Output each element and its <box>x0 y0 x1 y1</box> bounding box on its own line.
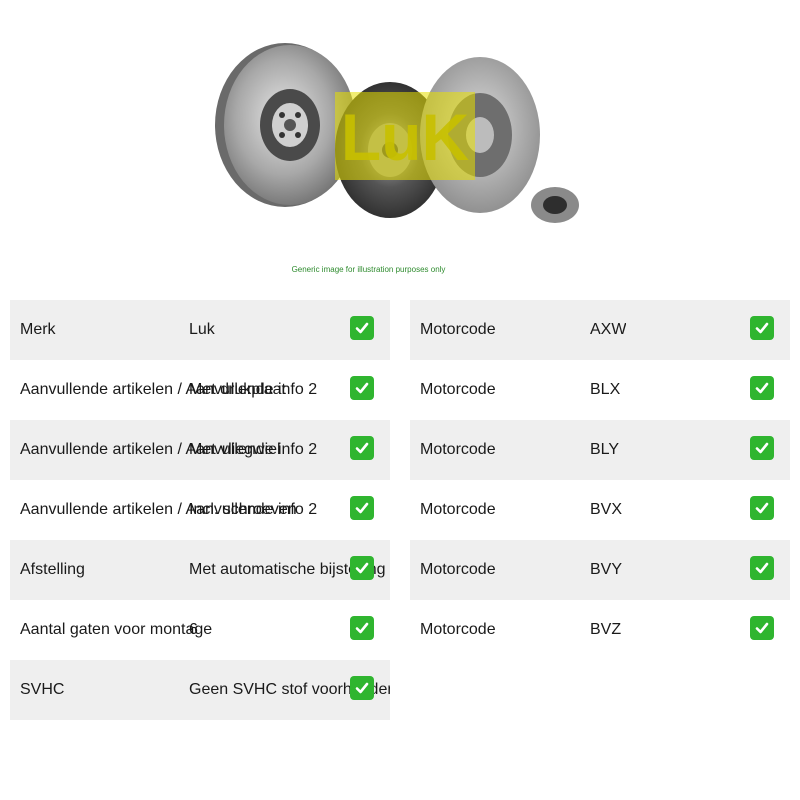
spec-value: BLY <box>590 441 620 458</box>
spec-row: Aanvullende artikelen / Aanvullende info… <box>10 360 390 420</box>
image-caption: Generic image for illustration purposes … <box>291 265 446 274</box>
spec-value: 6 <box>189 621 198 638</box>
spec-value: BVZ <box>590 621 622 638</box>
spec-row: Aanvullende artikelen / Aanvullende info… <box>10 480 390 540</box>
spec-value: BVY <box>590 561 623 578</box>
spec-row: Motorcode BLX <box>410 360 790 420</box>
check-mark-icon <box>750 496 774 520</box>
spec-row: Motorcode BVY <box>410 540 790 600</box>
spec-table-right: Motorcode AXW Motorcode BLX Motorcode BLY Moto… <box>410 300 790 660</box>
spec-row: Aantal gaten voor montage 6 <box>10 600 390 660</box>
product-image: LuK Generic image for illustration purpo… <box>190 20 610 282</box>
check-mark-icon <box>750 316 774 340</box>
spec-label: Afstelling <box>20 561 85 578</box>
check-mark-icon <box>350 436 374 460</box>
spec-value: Met vliegwiel <box>189 441 281 458</box>
spec-label: Aantal gaten voor montage <box>20 621 213 638</box>
check-mark-icon <box>350 676 374 700</box>
spec-value: Luk <box>189 321 215 338</box>
spec-table-left: Merk Luk Aanvullende artikelen / Aanvullen… <box>10 300 390 720</box>
spec-label: Motorcode <box>420 441 496 458</box>
spec-label: SVHC <box>20 681 65 698</box>
check-mark-icon <box>750 376 774 400</box>
spec-value: AXW <box>590 321 627 338</box>
check-mark-icon <box>350 556 374 580</box>
spec-row: Motorcode BVZ <box>410 600 790 660</box>
spec-row: Motorcode BVX <box>410 480 790 540</box>
spec-value: BLX <box>590 381 621 398</box>
spec-label: Motorcode <box>420 501 496 518</box>
clutch-kit-illustration: LuK <box>215 43 579 223</box>
spec-row: Motorcode BLY <box>410 420 790 480</box>
spec-value: BVX <box>590 501 623 518</box>
spec-value: Met drukplaat <box>189 381 286 398</box>
check-mark-icon <box>350 376 374 400</box>
spec-label: Merk <box>20 321 56 338</box>
spec-label: Motorcode <box>420 621 496 638</box>
product-spec-page: LuK Generic image for illustration purpo… <box>0 0 800 800</box>
spec-row: Merk Luk <box>10 300 390 360</box>
spec-row: Aanvullende artikelen / Aanvullende info… <box>10 420 390 480</box>
check-mark-icon <box>350 496 374 520</box>
check-mark-icon <box>750 556 774 580</box>
spec-row: Afstelling Met automatische bijstelling <box>10 540 390 600</box>
spec-value: Incl. schroeven <box>189 501 297 518</box>
svg-text:LuK: LuK <box>341 100 470 174</box>
spec-row: SVHC Geen SVHC stof voorhanden <box>10 660 390 720</box>
spec-label: Motorcode <box>420 561 496 578</box>
check-mark-icon <box>350 316 374 340</box>
check-mark-icon <box>750 436 774 460</box>
spec-label: Motorcode <box>420 381 496 398</box>
spec-label: Motorcode <box>420 321 496 338</box>
check-mark-icon <box>750 616 774 640</box>
check-mark-icon <box>350 616 374 640</box>
spec-row: Motorcode AXW <box>410 300 790 360</box>
